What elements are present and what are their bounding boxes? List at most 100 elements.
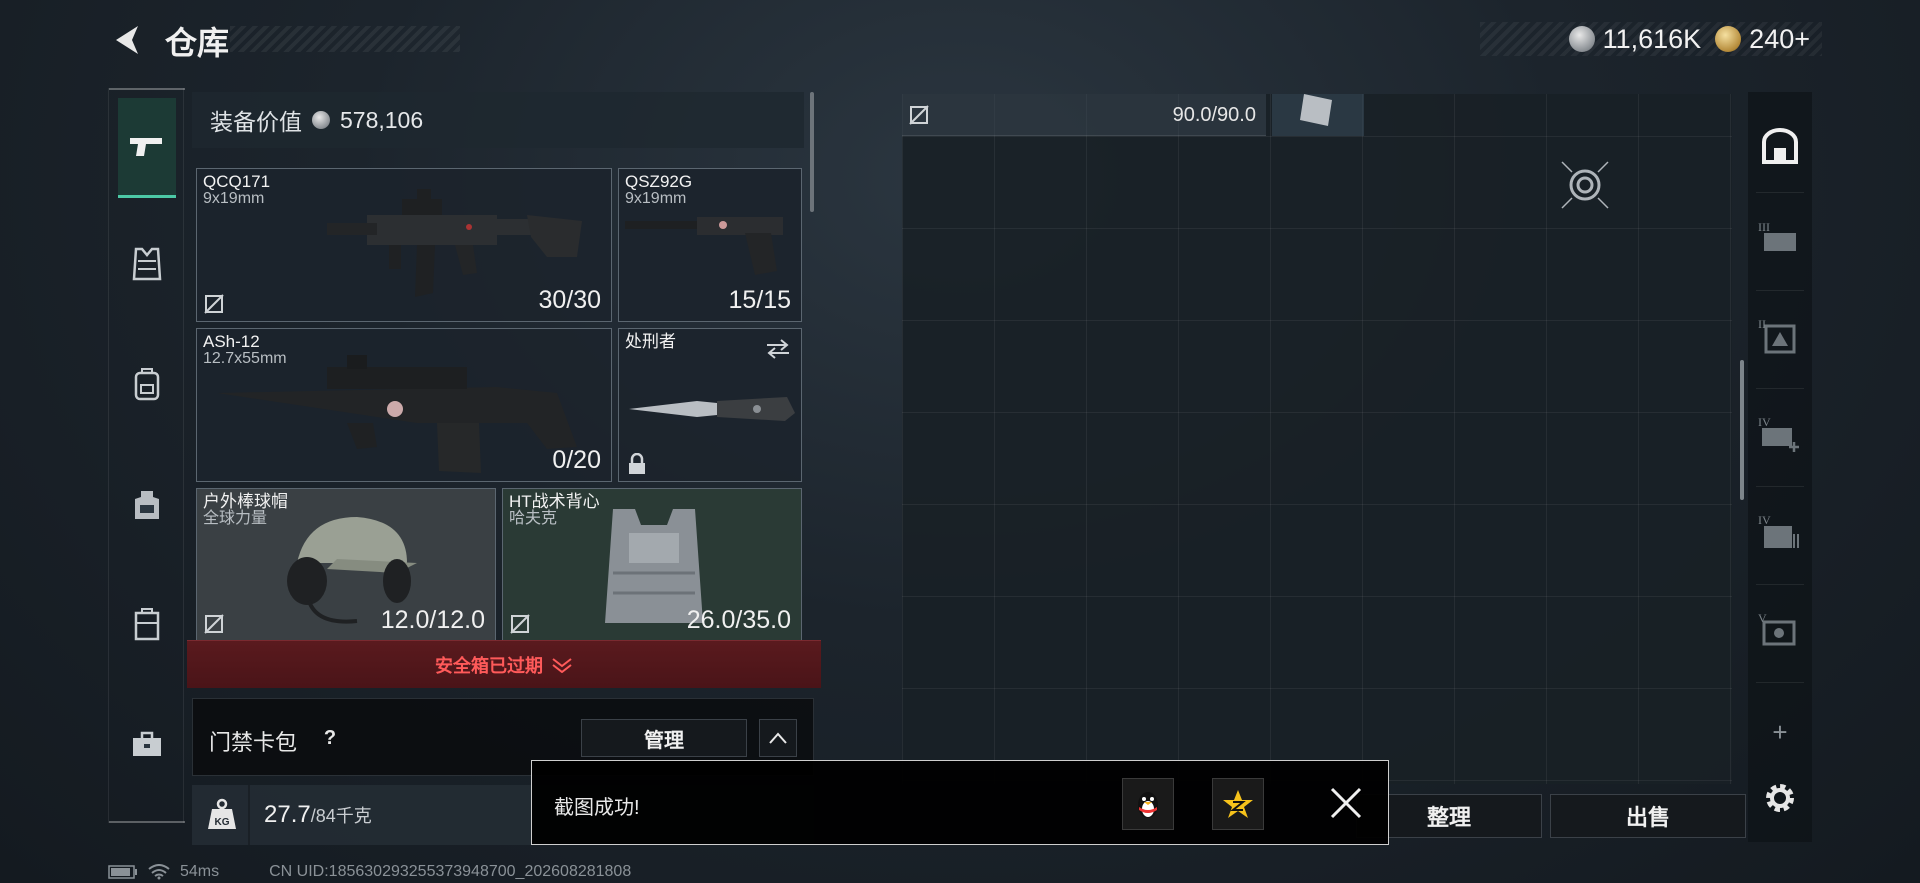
case-v-icon: V [1758, 611, 1796, 646]
storage-item-cell[interactable] [1272, 94, 1364, 136]
nav-divider [1756, 388, 1804, 389]
backpack-icon [134, 368, 160, 401]
lock-icon [629, 453, 645, 474]
share-qq-button[interactable] [1122, 778, 1174, 830]
nav-backpack[interactable] [119, 356, 175, 412]
no-insurance-icon [510, 614, 530, 634]
slot-sidearm-name: QSZ92G [625, 172, 693, 191]
svg-text:IV: IV [1758, 415, 1771, 429]
slot-secondary-ammo-count: 0/20 [552, 446, 601, 474]
nav-chest-rig[interactable] [119, 476, 175, 532]
weight-kg-icon: KG [208, 798, 236, 829]
slot-primary-weapon[interactable]: QCQ171 9x19mm 30/30 [196, 168, 612, 322]
slot-body-armor[interactable]: HT战术背心 哈夫克 26.0/35.0 [502, 488, 802, 642]
storage-tab-ii-crate[interactable]: II [1756, 312, 1804, 360]
status-bar: 54ms CN UID:1856302932553739487​00_20260… [108, 862, 631, 882]
storage-tab-v-case[interactable]: V [1756, 606, 1804, 654]
qzone-star-icon [1223, 790, 1253, 818]
slot-melee-name: 处刑者 [625, 332, 676, 351]
nav-divider [1756, 290, 1804, 291]
storage-scrollbar[interactable] [1740, 360, 1744, 500]
currency-bar: 11,616K 240+ [1480, 22, 1822, 56]
rig-icon [135, 491, 159, 519]
crate-iii-icon: III [1758, 220, 1796, 251]
weight-readout: 27.7/84千克 [264, 801, 372, 829]
toast-message: 截图成功! [554, 797, 640, 819]
slot-secondary-ammo-type: 12.7x55mm [203, 350, 287, 367]
storage-item-durability: 90.0/90.0 [1172, 104, 1256, 126]
weight-divider [248, 785, 250, 845]
nav-toolbox[interactable] [119, 716, 175, 772]
slot-sidearm-ammo-count: 15/15 [728, 286, 791, 314]
storage-tab-iv-ammo[interactable]: IV [1756, 508, 1804, 556]
share-qzone-button[interactable] [1212, 778, 1264, 830]
slot-sidearm[interactable]: QSZ92G 9x19mm 15/15 [618, 168, 802, 322]
slot-helmet-brand: 全球力量 [203, 510, 268, 527]
settings-button[interactable] [1756, 774, 1804, 822]
slot-armor-durability: 26.0/35.0 [686, 606, 791, 634]
help-icon[interactable]: ? [315, 723, 345, 753]
nav-divider [1756, 192, 1804, 193]
silver-currency[interactable]: 11,616K [1568, 24, 1701, 55]
slot-secondary-name: ASh-12 [203, 332, 260, 351]
nav-bottom-divider [109, 821, 185, 823]
add-storage-tab-button[interactable]: + [1756, 708, 1804, 756]
crate-ii-icon: II [1758, 317, 1796, 354]
pistol-image [625, 217, 783, 275]
slot-melee[interactable]: 处刑者 [618, 328, 802, 482]
vest-icon [132, 247, 162, 281]
safe-box-expired-banner[interactable]: 安全箱已过期 [187, 640, 821, 688]
ammo-iv-icon: IV [1758, 513, 1799, 548]
gold-currency-value: 240+ [1749, 23, 1810, 54]
slot-armor-brand: 哈夫克 [509, 510, 558, 527]
knife-image [629, 397, 795, 421]
nav-armor[interactable] [119, 236, 175, 292]
storage-tab-iv-medkit[interactable]: IV [1756, 410, 1804, 458]
loadout-panel: 装备价值 578,106 QCQ171 9x19mm 30/30 QSZ92G … [192, 92, 814, 642]
storage-tab-main[interactable] [1756, 122, 1804, 170]
house-icon [1762, 128, 1798, 164]
close-icon[interactable] [1328, 785, 1364, 821]
slot-helmet-name: 户外棒球帽 [203, 492, 288, 511]
case-icon [134, 608, 160, 641]
slot-helmet[interactable]: 户外棒球帽 全球力量 12.0/12.0 [196, 488, 496, 642]
ping-value: 54ms [180, 863, 220, 880]
slot-primary-name: QCQ171 [203, 172, 271, 191]
no-insurance-icon [204, 614, 224, 634]
nav-container[interactable] [119, 596, 175, 652]
slot-primary-ammo-count: 30/30 [538, 286, 601, 314]
loadout-scrollbar[interactable] [810, 92, 814, 212]
right-storage-nav: III II IV IV V + [1748, 92, 1812, 842]
top-bar: 仓库 11,616K 240+ [0, 0, 1920, 80]
silver-coin-icon [312, 111, 330, 129]
left-category-nav [108, 88, 185, 823]
target-marker-icon[interactable] [1560, 160, 1610, 210]
gold-currency[interactable]: 240+ [1715, 24, 1810, 55]
expand-card-pack-button[interactable] [759, 719, 797, 757]
svg-text:KG: KG [215, 817, 230, 828]
equipment-value: 578,106 [340, 106, 424, 133]
slot-sidearm-ammo-type: 9x19mm [625, 190, 687, 207]
chevron-up-icon [769, 732, 787, 744]
slot-primary-ammo-type: 9x19mm [203, 190, 265, 207]
nav-weapons[interactable] [118, 98, 176, 198]
nav-divider [1756, 682, 1804, 683]
sell-button[interactable]: 出售 [1550, 794, 1746, 838]
slot-secondary-weapon[interactable]: ASh-12 12.7x55mm 0/20 [196, 328, 612, 482]
nav-top-divider [109, 88, 185, 90]
storage-tab-iii-crate[interactable]: III [1756, 214, 1804, 262]
pistol-icon [130, 137, 162, 156]
safe-box-expired-text: 安全箱已过期 [435, 655, 543, 676]
no-insurance-icon [204, 294, 224, 314]
chevron-down-icon [552, 657, 572, 673]
medkit-iv-icon: IV [1758, 415, 1799, 452]
back-arrow-icon[interactable] [108, 20, 148, 60]
storage-item-row[interactable]: 90.0/90.0 [902, 94, 1266, 136]
user-uid: CN UID:1856302932553739487​00_2026082818… [269, 863, 632, 880]
swap-icon[interactable] [765, 339, 791, 359]
card-pack-label: 门禁卡包 [209, 730, 298, 755]
equipment-value-bar: 装备价值 578,106 [192, 92, 804, 148]
item-thumbnail-icon [1300, 94, 1332, 126]
manage-button[interactable]: 管理 [581, 719, 747, 757]
battery-icon [108, 865, 137, 879]
